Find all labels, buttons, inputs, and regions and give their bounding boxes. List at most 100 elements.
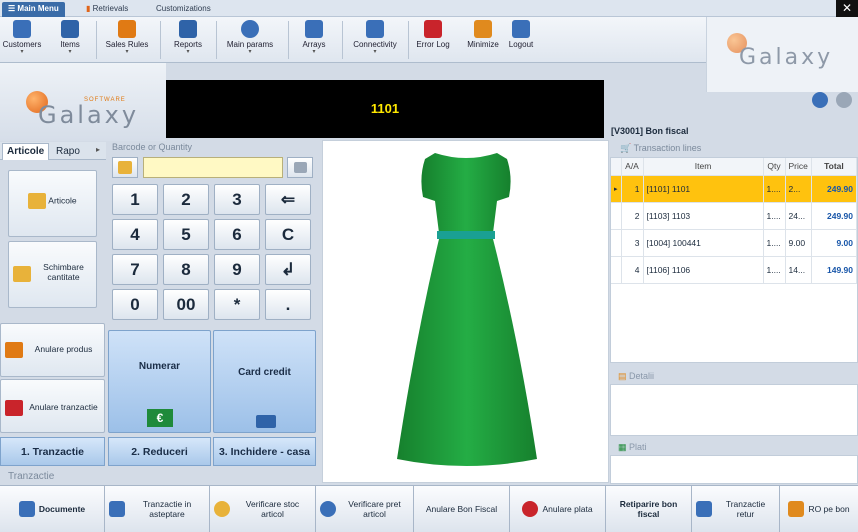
barcode-input[interactable] bbox=[143, 157, 283, 178]
key-3[interactable]: 3 bbox=[214, 184, 260, 215]
toolbar-arrays-button[interactable]: Arrays ▾ bbox=[296, 19, 332, 59]
cancel-payment-icon bbox=[522, 501, 539, 517]
step-transaction-button[interactable]: 1. Tranzactie bbox=[0, 437, 105, 466]
check-price-button[interactable]: Verificare pret articol bbox=[316, 486, 414, 532]
toolbar-main-params-label: Main params bbox=[226, 40, 274, 49]
details-header: ▤ Detalii bbox=[618, 371, 654, 382]
cancel-transaction-button[interactable]: Anulare tranzactie bbox=[0, 379, 105, 433]
cell-qty: 1.... bbox=[763, 202, 786, 230]
col-aa[interactable]: A/A bbox=[621, 158, 644, 176]
return-transaction-label: Tranzactie retur bbox=[725, 499, 766, 519]
cell-price: 9.00 bbox=[785, 229, 812, 257]
toolbar-sales-rules-button[interactable]: Sales Rules ▾ bbox=[104, 19, 150, 59]
chevron-down-icon: ▾ bbox=[312, 49, 316, 55]
articole-button[interactable]: Articole bbox=[8, 170, 97, 237]
toolbar-items-button[interactable]: Items ▾ bbox=[52, 19, 88, 59]
tab-main-menu-label: Main Menu bbox=[17, 4, 59, 13]
credit-card-icon bbox=[256, 415, 276, 428]
table-row[interactable]: 4 [1106] 1106 1.... 14... 149.90 bbox=[611, 256, 858, 284]
key-4[interactable]: 4 bbox=[112, 219, 158, 250]
step-discounts-button[interactable]: 2. Reduceri bbox=[108, 437, 211, 466]
col-item[interactable]: Item bbox=[643, 158, 764, 176]
cell-qty: 1.... bbox=[763, 175, 786, 203]
reprint-receipt-button[interactable]: Retiparire bon fiscal bbox=[606, 486, 692, 532]
ro-on-receipt-button[interactable]: RO pe bon bbox=[780, 486, 858, 532]
cell-indicator bbox=[611, 202, 622, 230]
transaction-lines-label: Transaction lines bbox=[633, 143, 702, 153]
step-close-button[interactable]: 3. Inchidere - casa bbox=[213, 437, 316, 466]
toolbar-main-params-button[interactable]: Main params ▾ bbox=[224, 19, 276, 59]
gear-icon bbox=[241, 20, 259, 38]
toolbar-connectivity-button[interactable]: Connectivity ▾ bbox=[350, 19, 400, 59]
key-7[interactable]: 7 bbox=[112, 254, 158, 285]
connectivity-icon bbox=[366, 20, 384, 38]
pending-transaction-button[interactable]: Tranzactie in asteptare bbox=[105, 486, 210, 532]
key-5[interactable]: 5 bbox=[163, 219, 209, 250]
return-transaction-button[interactable]: Tranzactie retur bbox=[692, 486, 780, 532]
cell-aa: 4 bbox=[621, 256, 644, 284]
tab-customizations[interactable]: Customizations bbox=[150, 2, 217, 17]
articole-label: Articole bbox=[48, 195, 77, 206]
close-icon[interactable]: ✕ bbox=[836, 0, 858, 17]
tab-retrievals[interactable]: ▮ Retrievals bbox=[80, 2, 134, 17]
barcode-scan-button[interactable] bbox=[112, 157, 138, 178]
toolbar-reports-button[interactable]: Reports ▾ bbox=[168, 19, 208, 59]
items-icon bbox=[61, 20, 79, 38]
key-enter[interactable]: ↲ bbox=[265, 254, 311, 285]
user-remove-icon[interactable] bbox=[836, 92, 852, 108]
cell-item: [1101] 1101 bbox=[643, 175, 764, 203]
receipt-icon bbox=[788, 501, 805, 517]
toolbar-arrays-label: Arrays bbox=[302, 40, 326, 49]
key-9[interactable]: 9 bbox=[214, 254, 260, 285]
green-dress-image bbox=[397, 153, 537, 466]
cancel-product-button[interactable]: Anulare produs bbox=[0, 323, 105, 377]
table-row[interactable]: 2 [1103] 1103 1.... 24... 249.90 bbox=[611, 202, 858, 230]
cell-aa: 3 bbox=[621, 229, 644, 257]
receipt-title: [V3001] Bon fiscal bbox=[611, 126, 689, 136]
card-payment-button[interactable]: Card credit bbox=[213, 330, 316, 433]
chevron-down-icon: ▾ bbox=[248, 49, 252, 55]
user-icon[interactable] bbox=[812, 92, 828, 108]
barcode-options-button[interactable] bbox=[287, 157, 313, 178]
key-backspace[interactable]: ⇐ bbox=[265, 184, 311, 215]
tab-articole[interactable]: Articole bbox=[2, 143, 50, 160]
table-row[interactable]: 3 [1004] 100441 1.... 9.00 9.00 bbox=[611, 229, 858, 257]
check-stock-button[interactable]: Verificare stoc articol bbox=[210, 486, 316, 532]
table-row[interactable]: ▸ 1 [1101] 1101 1.... 2... 249.90 bbox=[611, 175, 858, 203]
return-icon bbox=[696, 501, 712, 517]
tab-main-menu[interactable]: ☰ Main Menu bbox=[2, 2, 65, 17]
key-6[interactable]: 6 bbox=[214, 219, 260, 250]
toolbar-customers-button[interactable]: Customers ▾ bbox=[2, 19, 42, 59]
key-decimal[interactable]: . bbox=[265, 289, 311, 320]
tab-scroll-right-icon[interactable]: ▸ bbox=[96, 145, 100, 154]
cell-price: 14... bbox=[785, 256, 812, 284]
toolbar-minimize-button[interactable]: Minimize bbox=[466, 19, 500, 59]
key-0[interactable]: 0 bbox=[112, 289, 158, 320]
key-8[interactable]: 8 bbox=[163, 254, 209, 285]
tab-rapoarte[interactable]: Rapo bbox=[56, 144, 80, 159]
toolbar-separator bbox=[160, 21, 161, 59]
toolbar-error-log-button[interactable]: Error Log bbox=[414, 19, 452, 59]
cancel-product-icon bbox=[5, 342, 23, 358]
details-panel bbox=[610, 384, 858, 436]
documents-button[interactable]: Documente bbox=[0, 486, 105, 532]
cell-total: 149.90 bbox=[811, 256, 858, 284]
toolbar-logout-button[interactable]: Logout bbox=[504, 19, 538, 59]
key-00[interactable]: 00 bbox=[163, 289, 209, 320]
payments-header: ▦ Plati bbox=[618, 442, 647, 453]
col-price[interactable]: Price bbox=[785, 158, 812, 176]
chevron-down-icon: ▾ bbox=[68, 49, 72, 55]
logout-icon bbox=[512, 20, 530, 38]
cancel-fiscal-receipt-button[interactable]: Anulare Bon Fiscal bbox=[414, 486, 510, 532]
change-quantity-button[interactable]: Schimbare cantitate bbox=[8, 241, 97, 308]
key-clear[interactable]: C bbox=[265, 219, 311, 250]
key-1[interactable]: 1 bbox=[112, 184, 158, 215]
cancel-payment-button[interactable]: Anulare plata bbox=[510, 486, 606, 532]
cash-payment-button[interactable]: Numerar € bbox=[108, 330, 211, 433]
col-total[interactable]: Total bbox=[811, 158, 858, 176]
key-2[interactable]: 2 bbox=[163, 184, 209, 215]
col-qty[interactable]: Qty bbox=[763, 158, 786, 176]
key-multiply[interactable]: * bbox=[214, 289, 260, 320]
toolbar-minimize-label: Minimize bbox=[467, 40, 499, 49]
cart-icon bbox=[118, 20, 136, 38]
